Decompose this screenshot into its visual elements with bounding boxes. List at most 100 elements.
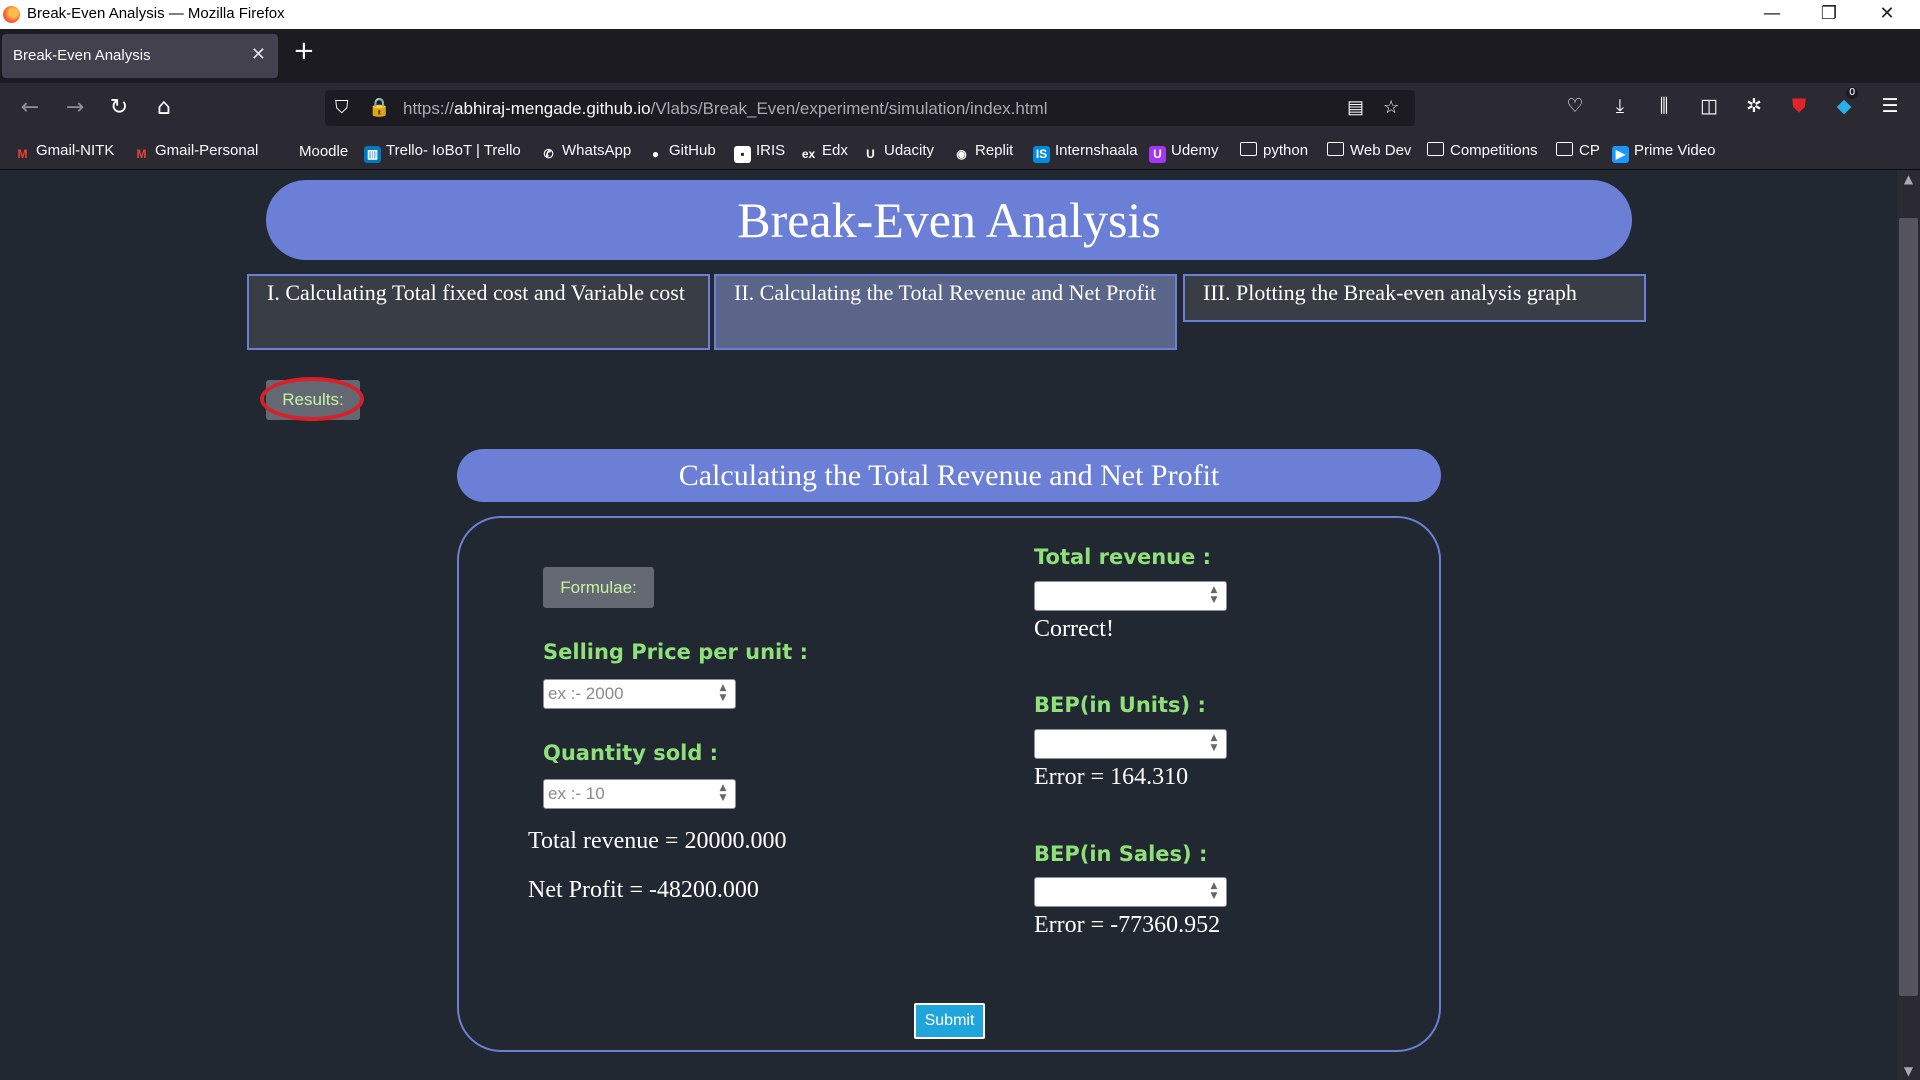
reload-icon[interactable]: ↻ (105, 95, 133, 123)
url-path: /Vlabs/Break_Even/experiment/simulation/… (650, 99, 1048, 118)
submit-button[interactable]: Submit (914, 1003, 985, 1039)
bookmark-github[interactable]: ● GitHub (647, 142, 716, 163)
whatsapp-icon: ✆ (540, 146, 557, 163)
bookmark-udemy[interactable]: U Udemy (1149, 142, 1219, 163)
selling-price-label: Selling Price per unit : (543, 640, 808, 664)
library-icon[interactable]: ⫼ (1651, 95, 1677, 117)
bookmark-gmail-personal[interactable]: M Gmail-Personal (133, 142, 259, 163)
spinner-icon[interactable]: ▲ ▼ (715, 783, 731, 805)
bep-sales-feedback: Error = -77360.952 (1034, 912, 1221, 938)
bep-sales-field[interactable] (1039, 880, 1199, 904)
bookmark-internshaala[interactable]: IS Internshaala (1033, 142, 1138, 163)
bookmark-prime-video[interactable]: ▶ Prime Video (1612, 142, 1715, 163)
sidebar-icon[interactable]: ◫ (1696, 95, 1722, 117)
extension-badge-icon[interactable]: ◆ 0 (1831, 87, 1859, 117)
tab-step-1[interactable]: I. Calculating Total fixed cost and Vari… (247, 274, 710, 350)
forward-arrow-icon[interactable]: → (61, 95, 89, 123)
bookmark-label: Trello- IoBoT | Trello (386, 142, 521, 159)
internshaala-icon: IS (1033, 146, 1050, 163)
quantity-sold-input[interactable]: ▲▼ (543, 779, 736, 809)
ublock-shield-icon[interactable]: ⛊ (1786, 95, 1812, 117)
bookmark-gmail-nitk[interactable]: M Gmail-NITK (14, 142, 115, 163)
window-title: Break-Even Analysis — Mozilla Firefox (27, 5, 285, 22)
udacity-icon: U (862, 146, 879, 163)
bookmark-competitions[interactable]: Competitions (1427, 142, 1538, 159)
bookmark-label: Gmail-NITK (36, 142, 115, 159)
page-title: Break-Even Analysis (266, 180, 1632, 260)
bep-sales-input[interactable]: ▲ ▼ (1034, 877, 1227, 907)
tab-strip: Break-Even Analysis ✕ + (0, 29, 1920, 83)
restore-button[interactable]: ❐ (1800, 2, 1858, 28)
lock-icon[interactable]: 🔒 (368, 97, 390, 118)
address-bar[interactable]: ⛉ 🔒 https://abhiraj-mengade.github.io/Vl… (325, 90, 1415, 126)
url-domain: abhiraj-mengade.github.io (454, 99, 651, 118)
bookmark-python[interactable]: python (1240, 142, 1308, 159)
bookmark-label: Gmail-Personal (155, 142, 259, 159)
bep-units-input[interactable]: ▲ ▼ (1034, 729, 1227, 759)
downloads-icon[interactable]: ⤓ (1607, 95, 1633, 117)
url-scheme: https:// (403, 99, 455, 118)
close-window-button[interactable]: ✕ (1858, 2, 1916, 28)
quantity-sold-field[interactable] (548, 782, 708, 806)
bookmark-edx[interactable]: ex Edx (800, 142, 848, 163)
bookmark-cp[interactable]: CP (1556, 142, 1600, 159)
section-title: Calculating the Total Revenue and Net Pr… (457, 449, 1441, 502)
total-revenue-input[interactable]: ▲ ▼ (1034, 581, 1227, 611)
spinner-icon[interactable]: ▲ ▼ (1206, 585, 1222, 607)
quantity-sold-label: Quantity sold : (543, 741, 719, 765)
bookmark-label: Replit (975, 142, 1014, 159)
folder-icon (1240, 142, 1257, 156)
udemy-icon: U (1149, 146, 1166, 163)
spinner-icon[interactable]: ▲ ▼ (1206, 733, 1222, 755)
tracking-shield-icon[interactable]: ⛉ (335, 97, 349, 118)
extension-badge-count: 0 (1846, 87, 1859, 99)
bookmark-moodle[interactable]: Moodle (277, 142, 348, 160)
close-tab-icon[interactable]: ✕ (251, 44, 266, 65)
tab-step-2[interactable]: II. Calculating the Total Revenue and Ne… (714, 274, 1177, 350)
url-text[interactable]: https://abhiraj-mengade.github.io/Vlabs/… (403, 99, 1048, 119)
scroll-down-arrow-icon[interactable]: ▼ (1897, 1064, 1920, 1078)
bep-sales-label: BEP(in Sales) : (1034, 842, 1208, 866)
bookmark-whatsapp[interactable]: ✆ WhatsApp (540, 142, 631, 163)
tab-break-even-analysis[interactable]: Break-Even Analysis ✕ (2, 34, 278, 78)
selling-price-field[interactable] (548, 682, 708, 706)
bookmark-web-dev[interactable]: Web Dev (1327, 142, 1411, 159)
scrollbar-thumb[interactable] (1899, 218, 1918, 996)
total-revenue-field[interactable] (1039, 584, 1199, 608)
bookmark-star-icon[interactable]: ☆ (1383, 97, 1399, 118)
pocket-icon[interactable]: ♡ (1562, 95, 1588, 117)
moodle-icon (277, 142, 294, 159)
bookmark-trello-iobot-trello[interactable]: ▥ Trello- IoBoT | Trello (364, 142, 521, 163)
window-titlebar: Break-Even Analysis — Mozilla Firefox — … (0, 0, 1920, 29)
total-revenue-feedback: Correct! (1034, 616, 1114, 642)
hamburger-menu-icon[interactable]: ☰ (1877, 95, 1903, 117)
bep-units-field[interactable] (1039, 732, 1199, 756)
new-tab-button[interactable]: + (293, 38, 315, 64)
page-scrollbar[interactable]: ▲ ▼ (1897, 170, 1920, 1080)
tab-step-3[interactable]: III. Plotting the Break-even analysis gr… (1183, 274, 1646, 322)
reader-view-icon[interactable]: ▤ (1347, 97, 1364, 118)
extension-gear-icon[interactable]: ✲ (1741, 95, 1767, 117)
bookmark-udacity[interactable]: U Udacity (862, 142, 934, 163)
bookmarks-toolbar: M Gmail-NITK M Gmail-Personal Moodle ▥ Trello-… (0, 133, 1920, 170)
minimize-button[interactable]: — (1743, 2, 1801, 28)
bep-units-label: BEP(in Units) : (1034, 693, 1206, 717)
spinner-icon[interactable]: ▲ ▼ (1206, 881, 1222, 903)
bookmark-iris[interactable]: ▪ IRIS (734, 142, 785, 163)
home-icon[interactable]: ⌂ (150, 95, 178, 123)
bookmark-label: Competitions (1450, 142, 1538, 159)
back-arrow-icon[interactable]: ← (16, 95, 44, 123)
selling-price-input[interactable]: ▲▼ (543, 679, 736, 709)
bookmark-replit[interactable]: ◉ Replit (953, 142, 1013, 163)
tab-label: Break-Even Analysis (13, 47, 151, 64)
spinner-icon[interactable]: ▲ ▼ (715, 683, 731, 705)
prime-video-icon: ▶ (1612, 146, 1629, 163)
formulae-button[interactable]: Formulae: (543, 567, 654, 608)
bookmark-label: Moodle (299, 143, 349, 160)
net-profit-result: Net Profit = -48200.000 (528, 877, 759, 903)
total-revenue-result: Total revenue = 20000.000 (528, 828, 787, 854)
gmail-icon: M (17, 147, 28, 161)
bookmark-label: IRIS (756, 142, 786, 159)
scroll-up-arrow-icon[interactable]: ▲ (1897, 172, 1920, 186)
trello-icon: ▥ (364, 146, 381, 163)
